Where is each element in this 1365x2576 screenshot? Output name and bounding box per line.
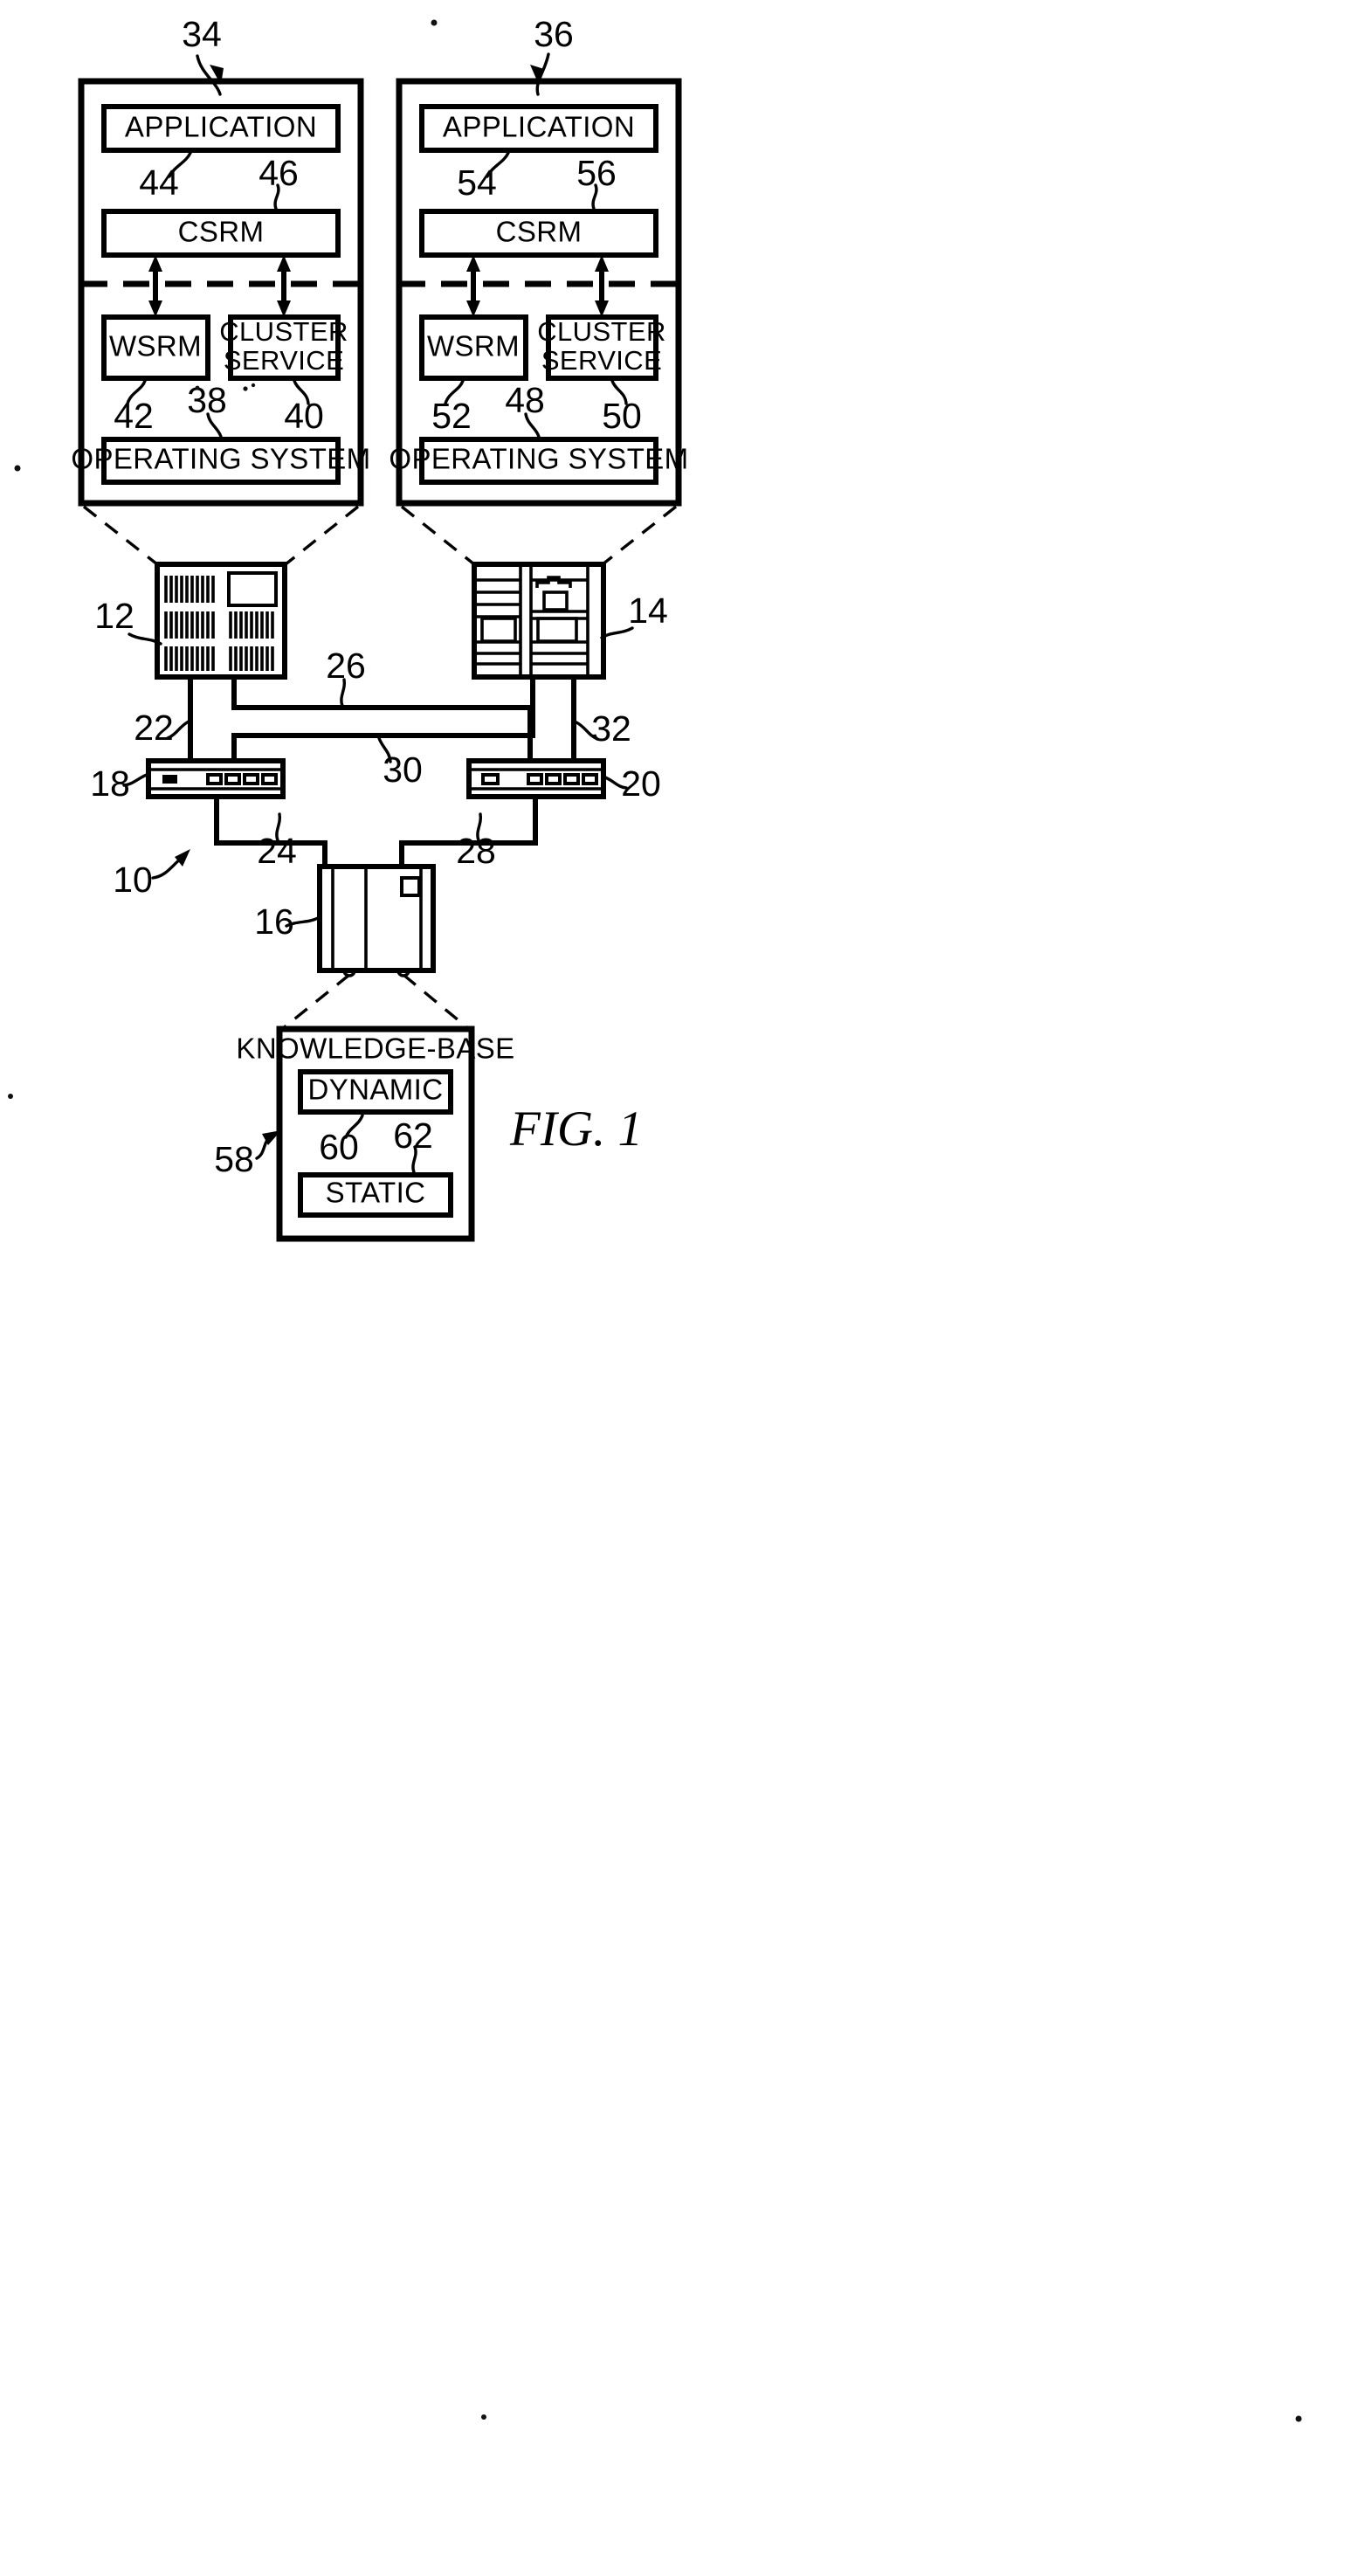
ref-56-number: 56 xyxy=(576,153,617,193)
server-left-icon: 12 xyxy=(94,562,287,680)
link-26-wire xyxy=(231,677,533,761)
ref-50-number: 50 xyxy=(602,396,642,436)
ref-22-number: 22 xyxy=(134,708,174,748)
ref-30-number: 30 xyxy=(383,749,423,790)
scan-speck xyxy=(251,383,256,388)
ref-42-number: 42 xyxy=(114,396,154,436)
knowledge-base-dynamic-label: DYNAMIC xyxy=(308,1074,444,1106)
ref-28-number: 28 xyxy=(456,831,496,871)
scan-speck xyxy=(1295,2415,1302,2422)
ref-46-number: 46 xyxy=(259,153,299,193)
knowledge-base-callout-lines xyxy=(280,973,471,1031)
knowledge-base-static-label: STATIC xyxy=(326,1177,426,1209)
callout-lines xyxy=(82,505,678,566)
right-csrm-label: CSRM xyxy=(496,216,583,248)
ref-32-number: 32 xyxy=(591,708,631,749)
right-software-stack: APPLICATION CSRM WSRM CLUSTER SERVICE OP… xyxy=(389,14,688,507)
switch-left-uplink-port xyxy=(162,775,177,784)
ref-54-number: 54 xyxy=(457,162,497,203)
left-cluster-service-label-line2: SERVICE xyxy=(224,345,344,376)
figure-caption: FIG. 1 xyxy=(509,1102,643,1157)
ref-26-number: 26 xyxy=(326,646,366,686)
right-cluster-service-label-line2: SERVICE xyxy=(541,345,662,376)
storage-cabling: 24 28 xyxy=(214,797,538,871)
left-software-stack: APPLICATION CSRM WSRM CLUSTER SERVICE OP… xyxy=(71,14,370,507)
ref-44-number: 44 xyxy=(139,162,179,203)
callout-left-outer xyxy=(82,505,159,566)
knowledge-base-block: KNOWLEDGE-BASE DYNAMIC STATIC 60 62 58 xyxy=(214,1026,514,1242)
ref-10-leader xyxy=(151,856,183,880)
ref-14-number: 14 xyxy=(628,590,668,631)
scan-speck xyxy=(481,2414,486,2420)
patent-figure: APPLICATION CSRM WSRM CLUSTER SERVICE OP… xyxy=(0,0,1365,2576)
callout-left-inner xyxy=(284,505,360,566)
scan-speck xyxy=(14,465,21,472)
right-application-label: APPLICATION xyxy=(443,111,635,143)
left-cluster-service-label-line1: CLUSTER xyxy=(219,316,348,347)
ref-52-number: 52 xyxy=(431,396,472,436)
ref-18-number: 18 xyxy=(90,763,130,804)
switch-left-icon: 18 xyxy=(90,758,286,804)
callout-right-outer xyxy=(601,505,678,566)
right-cluster-service-label-line1: CLUSTER xyxy=(537,316,666,347)
knowledge-base-title: KNOWLEDGE-BASE xyxy=(236,1032,514,1065)
switch-right-icon: 20 xyxy=(466,758,661,804)
left-application-label: APPLICATION xyxy=(125,111,317,143)
left-operating-system-label: OPERATING SYSTEM xyxy=(71,443,370,475)
callout-right-inner xyxy=(400,505,476,566)
ref-34-number: 34 xyxy=(182,14,222,54)
ref-60-number: 60 xyxy=(319,1127,359,1167)
scan-speck xyxy=(195,385,200,390)
ref-10-number: 10 xyxy=(113,860,153,900)
server-left-drive-bay xyxy=(227,571,278,607)
ref-62-number: 62 xyxy=(393,1115,433,1156)
server-right-icon: 14 xyxy=(472,562,668,680)
ref-12-number: 12 xyxy=(94,596,134,636)
figure-1-canvas: APPLICATION CSRM WSRM CLUSTER SERVICE OP… xyxy=(8,14,1302,2422)
scan-speck xyxy=(243,386,248,391)
right-operating-system-label: OPERATING SYSTEM xyxy=(389,443,688,475)
ref-36-number: 36 xyxy=(534,14,574,54)
system-reference-10: 10 xyxy=(113,849,190,900)
ref-40-number: 40 xyxy=(284,396,324,436)
right-wsrm-label: WSRM xyxy=(427,330,520,363)
callout-kb-left xyxy=(280,973,351,1031)
scan-speck xyxy=(431,19,438,26)
left-wsrm-label: WSRM xyxy=(109,330,202,363)
callout-kb-right xyxy=(402,973,471,1031)
ref-48-number: 48 xyxy=(505,380,545,420)
storage-cabinet-icon: 16 xyxy=(254,864,436,977)
ref-58-number: 58 xyxy=(214,1139,254,1179)
ref-20-number: 20 xyxy=(621,763,661,804)
storage-cabinet-body xyxy=(317,864,436,973)
scan-speck xyxy=(8,1094,13,1099)
ref-24-number: 24 xyxy=(257,831,297,871)
left-csrm-label: CSRM xyxy=(178,216,265,248)
ref-38-number: 38 xyxy=(187,380,227,420)
ref-16-number: 16 xyxy=(254,901,294,942)
